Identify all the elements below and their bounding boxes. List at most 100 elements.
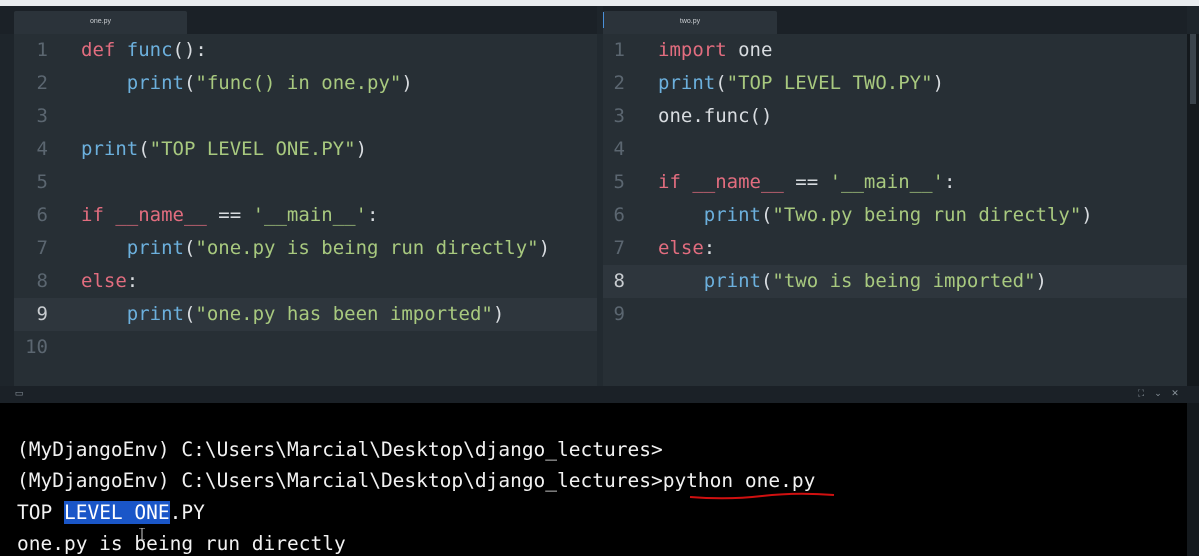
code-token: : (703, 237, 716, 259)
code-line[interactable]: 6 if __name__ == '__main__': (14, 199, 597, 232)
code-text: else: (658, 232, 715, 265)
terminal-line: (MyDjangoEnv) C:\Users\Marcial\Desktop\d… (17, 438, 663, 461)
line-number: 2 (36, 72, 48, 94)
line-number: 10 (25, 336, 48, 358)
code-token: func (126, 39, 173, 61)
code-token: print (126, 237, 184, 259)
code-text: one.func() (658, 100, 772, 133)
code-token: : (126, 270, 139, 292)
code-token: '__main__' (252, 204, 367, 226)
code-line[interactable]: 7 else: (603, 232, 1187, 265)
code-token: else (81, 270, 127, 292)
code-token: "TOP LEVEL TWO.PY" (726, 72, 933, 94)
close-icon[interactable]: ✕ (1170, 389, 1180, 399)
code-token: import (658, 39, 739, 61)
line-number: 9 (36, 303, 48, 325)
line-number: 5 (613, 171, 625, 193)
line-number: 3 (36, 105, 48, 127)
tab-two-py[interactable]: two.py (603, 11, 777, 34)
terminal-line: one.py is being run directly (17, 532, 346, 555)
code-token: : (944, 171, 956, 193)
tab-drop-indicator (603, 12, 604, 28)
code-text: else: (81, 265, 138, 298)
code-line[interactable]: 3 (14, 100, 597, 133)
right-tab-strip: two.py (603, 6, 1187, 34)
code-token: ( (138, 138, 150, 160)
code-token: == (783, 171, 830, 193)
tab-one-py[interactable]: one.py (14, 11, 187, 34)
editor-pane-one-py[interactable]: 1 def func(): 2 print("func() in one.py") 3… (14, 34, 597, 386)
code-line[interactable]: 6 print("Two.py being run directly") (603, 199, 1187, 232)
line-number: 8 (613, 270, 625, 292)
selected-text[interactable]: LEVEL ONE (63, 501, 170, 524)
code-token: if (81, 204, 116, 226)
code-line[interactable]: 4 (603, 133, 1187, 166)
code-line[interactable]: 5 (14, 166, 597, 199)
code-token: "Two.py being run directly" (772, 204, 1082, 226)
code-line[interactable]: 4 print("TOP LEVEL ONE.PY") (14, 133, 597, 166)
chevron-down-icon[interactable]: ⌄ (1153, 389, 1163, 399)
code-line[interactable]: 1 def func(): (14, 34, 597, 67)
maximize-icon[interactable]: ⛶ (1136, 389, 1146, 399)
red-underline-annotation (689, 492, 835, 500)
code-line[interactable]: 8 print("two is being imported") (603, 265, 1187, 298)
code-text: if __name__ == '__main__': (81, 199, 378, 232)
line-number: 3 (613, 105, 625, 127)
code-line[interactable]: 2 print("TOP LEVEL TWO.PY") (603, 67, 1187, 100)
terminal-command: python one.py (662, 469, 816, 492)
editor-pane-two-py[interactable]: 1 import one 2 print("TOP LEVEL TWO.PY") 3 on… (603, 34, 1187, 386)
code-text: def func(): (81, 34, 207, 67)
code-token: ) (355, 138, 368, 160)
terminal-text: .PY (169, 501, 205, 524)
code-line[interactable]: 10 (14, 331, 597, 364)
code-token: if (658, 171, 693, 193)
code-token: ( (183, 237, 196, 259)
code-token: __name__ (115, 204, 207, 226)
code-text: print("one.py is being run directly") (81, 232, 550, 265)
line-number: 6 (36, 204, 48, 226)
terminal-panel-bar: ▭ ⛶ ⌄ ✕ (0, 386, 1199, 403)
code-line[interactable]: 8 else: (14, 265, 597, 298)
code-token: ) (538, 237, 551, 259)
code-text: print("two is being imported") (658, 265, 1047, 298)
code-text: print("TOP LEVEL ONE.PY") (81, 133, 367, 166)
line-number: 1 (613, 39, 625, 61)
code-line[interactable]: 1 import one (603, 34, 1187, 67)
code-text: print("Two.py being run directly") (658, 199, 1093, 232)
line-number: 9 (613, 303, 625, 325)
code-text: import one (658, 34, 772, 67)
code-text: if __name__ == '__main__': (658, 166, 955, 199)
scrollbar-thumb[interactable] (1190, 34, 1196, 104)
panel-toggle-icon[interactable]: ▭ (14, 389, 24, 399)
terminal-output[interactable]: (MyDjangoEnv) C:\Users\Marcial\Desktop\d… (0, 403, 1187, 556)
code-token: ) (401, 72, 413, 94)
vertical-scrollbar[interactable] (1187, 34, 1199, 556)
code-token: __name__ (692, 171, 784, 193)
code-line[interactable]: 9 (603, 298, 1187, 331)
terminal-prompt: (MyDjangoEnv) C:\Users\Marcial\Desktop\d… (17, 469, 663, 492)
line-number: 6 (613, 204, 625, 226)
left-tab-strip: one.py (0, 6, 597, 34)
code-line[interactable]: 2 print("func() in one.py") (14, 67, 597, 100)
code-line[interactable]: 3 one.func() (603, 100, 1187, 133)
code-token: (): (172, 39, 207, 61)
code-line[interactable]: 7 print("one.py is being run directly") (14, 232, 597, 265)
code-token: print (703, 204, 761, 226)
line-number: 8 (36, 270, 48, 292)
code-token: ( (183, 303, 196, 325)
code-token: print (126, 72, 184, 94)
code-token: ( (760, 204, 773, 226)
code-token: ( (715, 72, 727, 94)
line-number: 5 (36, 171, 48, 193)
code-token: ) (932, 72, 945, 94)
code-line[interactable]: 5 if __name__ == '__main__': (603, 166, 1187, 199)
code-token: "TOP LEVEL ONE.PY" (149, 138, 356, 160)
terminal-text: TOP (17, 501, 64, 524)
code-line[interactable]: 9 print("one.py has been imported") (14, 298, 597, 331)
code-token: print (81, 138, 139, 160)
code-token: ( (760, 270, 773, 292)
code-token: print (126, 303, 184, 325)
terminal-line: TOP LEVEL ONE.PY (17, 497, 205, 528)
